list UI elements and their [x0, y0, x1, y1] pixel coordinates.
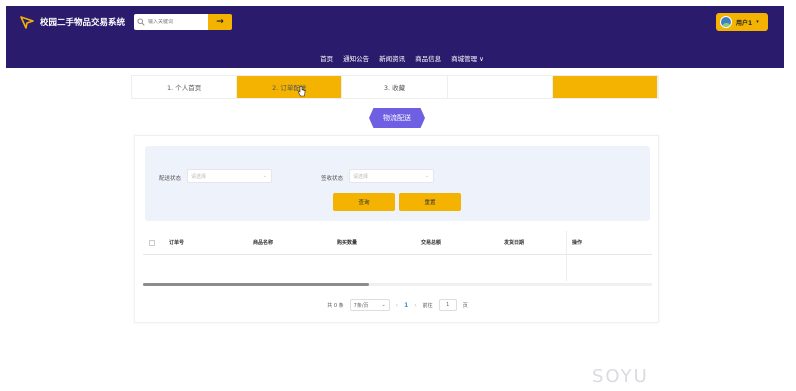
receive-status-label: 签收状态 [321, 176, 344, 182]
section-title-badge: 物流配送 [369, 108, 425, 128]
horizontal-scrollbar[interactable] [143, 283, 652, 286]
goto-suffix: 页 [462, 302, 468, 309]
column-divider [566, 231, 567, 281]
col-total: 交易总额 [421, 240, 442, 246]
col-actions: 操作 [572, 240, 583, 246]
scrollbar-thumb[interactable] [143, 283, 369, 286]
nav-news[interactable]: 新闻资讯 [379, 53, 405, 63]
chevron-down-icon: ⌄ [424, 173, 429, 179]
avatar [720, 16, 732, 28]
receive-status-select[interactable]: 请选择 ⌄ [349, 169, 434, 183]
chevron-down-icon: ⌄ [262, 173, 267, 179]
search-box [134, 14, 208, 30]
chevron-down-icon: ⌄ [381, 302, 386, 308]
nav-products[interactable]: 商品信息 [415, 53, 441, 63]
delivery-panel: 配送状态 请选择 ⌄ 签收状态 请选择 ⌄ 查询 重置 订单号 商品名称 购买数… [134, 135, 659, 323]
reset-button[interactable]: 重置 [399, 193, 461, 211]
pagination-total: 共 0 条 [327, 302, 344, 309]
prev-page-button[interactable]: ‹ [396, 302, 398, 309]
select-all-checkbox[interactable] [149, 239, 155, 246]
top-header: 校园二手物品交易系统 → 用户1 ▾ 首页 通知公告 新闻资讯 商品信息 商城管… [6, 6, 784, 68]
table-body [143, 231, 652, 281]
search-icon [137, 18, 145, 26]
tab-empty[interactable] [447, 76, 553, 98]
tab-extra[interactable] [552, 76, 659, 98]
delivery-status-placeholder: 请选择 [191, 173, 207, 180]
col-order-no: 订单号 [169, 240, 185, 246]
tab-order-delivery[interactable]: 2. 订单配送 [237, 76, 343, 98]
search-bar: → [134, 14, 232, 30]
search-button[interactable]: → [208, 14, 232, 30]
watermark: SOYU [592, 366, 649, 387]
site-title: 校园二手物品交易系统 [40, 18, 126, 28]
chevron-down-icon: ▾ [756, 19, 759, 25]
delivery-status-select[interactable]: 请选择 ⌄ [187, 169, 272, 183]
main-nav: 首页 通知公告 新闻资讯 商品信息 商城管理 ∨ [6, 53, 784, 63]
orders-table: 订单号 商品名称 购买数量 交易总额 发货日期 操作 [143, 231, 652, 286]
current-page[interactable]: 1 [404, 302, 408, 309]
nav-home[interactable]: 首页 [320, 53, 333, 63]
goto-page-input[interactable]: 1 [438, 299, 457, 311]
col-quantity: 购买数量 [337, 240, 358, 246]
next-page-button[interactable]: › [414, 302, 416, 309]
table-header: 订单号 商品名称 购买数量 交易总额 发货日期 操作 [143, 231, 652, 255]
pagination: 共 0 条 7条/页 ⌄ ‹ 1 › 前往 1 页 [135, 299, 660, 311]
tab-favorites[interactable]: 3. 收藏 [342, 76, 448, 98]
filter-area: 配送状态 请选择 ⌄ 签收状态 请选择 ⌄ 查询 重置 [145, 146, 650, 221]
paper-plane-icon [20, 16, 34, 29]
page-size-value: 7条/页 [353, 302, 369, 309]
col-ship-date: 发货日期 [504, 240, 525, 246]
brand[interactable]: 校园二手物品交易系统 [20, 15, 125, 29]
col-product-name: 商品名称 [253, 240, 274, 246]
nav-notices[interactable]: 通知公告 [343, 53, 369, 63]
user-name: 用户1 [736, 19, 753, 27]
tab-profile-home[interactable]: 1. 个人首页 [132, 76, 238, 98]
page-size-select[interactable]: 7条/页 ⌄ [349, 299, 390, 311]
hand-cursor-icon [298, 86, 306, 97]
nav-mall-manage[interactable]: 商城管理 ∨ [451, 53, 484, 63]
center-tabs: 1. 个人首页 2. 订单配送 3. 收藏 [131, 75, 659, 99]
query-button[interactable]: 查询 [333, 193, 395, 211]
delivery-status-label: 配送状态 [159, 176, 182, 182]
receive-status-placeholder: 请选择 [353, 173, 369, 180]
goto-prefix: 前往 [422, 302, 433, 309]
user-menu-button[interactable]: 用户1 ▾ [716, 13, 768, 31]
search-input[interactable] [148, 19, 204, 25]
